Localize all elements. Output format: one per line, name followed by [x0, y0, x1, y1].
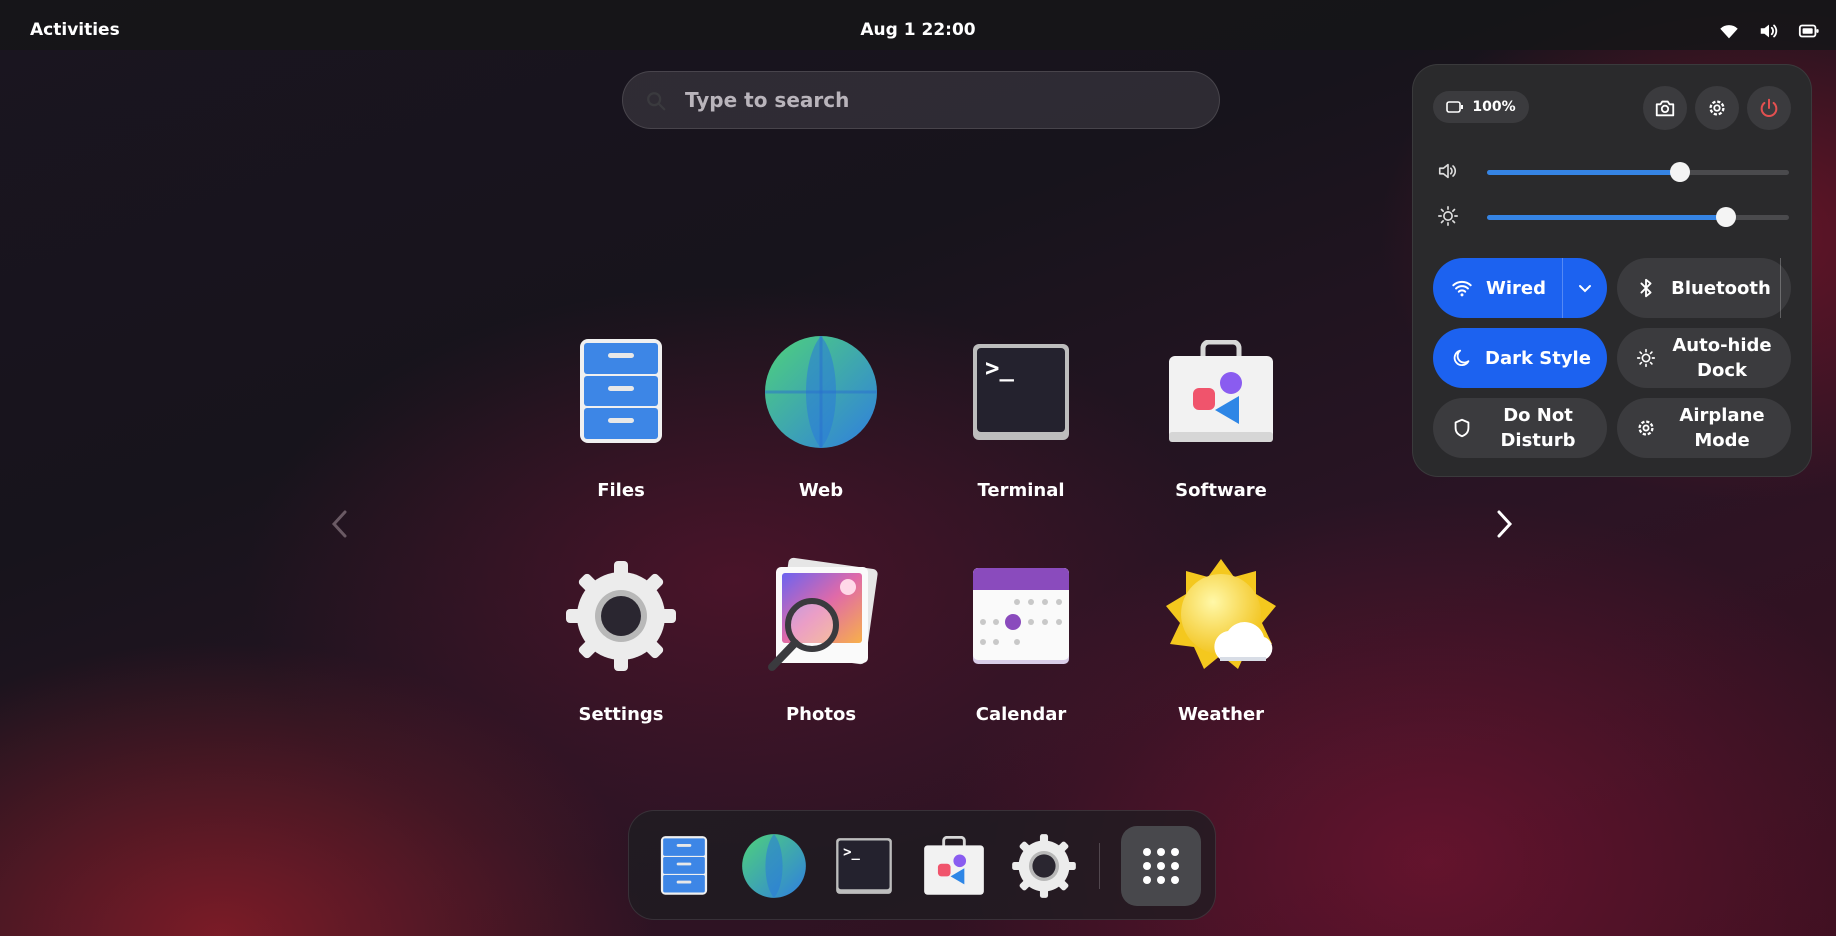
- terminal-icon: >_: [973, 344, 1069, 440]
- chevron-left-icon: [331, 510, 347, 538]
- volume-knob[interactable]: [1670, 162, 1691, 182]
- dock-item-files[interactable]: [651, 833, 717, 899]
- photos-icon: [768, 557, 878, 671]
- bluetooth-toggle[interactable]: Bluetooth: [1617, 258, 1791, 318]
- settings-gear-icon: [1012, 834, 1076, 898]
- svg-text:>_: >_: [843, 845, 860, 861]
- app-grid-icon: [1143, 848, 1179, 884]
- dark-style-toggle[interactable]: Dark Style: [1433, 328, 1607, 388]
- tile-label: Auto-hide Dock: [1672, 335, 1772, 381]
- brightness-fill: [1487, 215, 1726, 220]
- app-files[interactable]: Files: [536, 332, 706, 522]
- chevron-right-icon: [1497, 510, 1513, 538]
- app-label: Terminal: [977, 480, 1065, 501]
- brightness-slider-row: [1437, 205, 1789, 229]
- app-settings[interactable]: Settings: [536, 556, 706, 746]
- app-label: Files: [597, 480, 645, 501]
- auto-hide-dock-toggle[interactable]: Auto-hide Dock: [1617, 328, 1791, 388]
- bluetooth-icon: [1640, 278, 1652, 298]
- settings-gear-icon: [566, 561, 676, 671]
- app-software[interactable]: Software: [1136, 332, 1306, 522]
- brightness-knob[interactable]: [1715, 207, 1736, 227]
- wifi-icon: [1452, 280, 1472, 297]
- search-input[interactable]: [683, 87, 1187, 113]
- volume-fill: [1487, 170, 1681, 175]
- software-icon: [924, 836, 984, 895]
- dock-separator: [1099, 843, 1100, 889]
- volume-slider[interactable]: [1487, 162, 1789, 182]
- tile-label: Wired: [1486, 277, 1546, 299]
- app-photos[interactable]: Photos: [736, 556, 906, 746]
- power-icon: [1760, 98, 1778, 117]
- battery-percent: 100%: [1472, 99, 1516, 115]
- system-tray[interactable]: [1718, 20, 1820, 42]
- quick-settings-panel: 100% Wired Bluetooth Dark Style Auto-hid…: [1412, 64, 1812, 477]
- show-apps-button[interactable]: [1121, 826, 1201, 906]
- chevron-down-icon[interactable]: [1575, 278, 1595, 298]
- app-calendar[interactable]: Calendar: [936, 556, 1106, 746]
- dock: >_: [628, 810, 1216, 920]
- tile-label: Airplane Mode: [1679, 405, 1765, 451]
- search-bar[interactable]: [622, 71, 1220, 129]
- app-web[interactable]: Web: [736, 332, 906, 522]
- app-label: Web: [798, 480, 844, 501]
- app-label: Photos: [785, 704, 857, 725]
- tile-label: Do Not Disturb: [1500, 405, 1576, 451]
- tile-label: Dark Style: [1485, 347, 1591, 369]
- search-icon: [647, 92, 666, 111]
- airplane-mode-toggle[interactable]: Airplane Mode: [1617, 398, 1791, 458]
- svg-text:>_: >_: [985, 354, 1014, 382]
- app-label: Settings: [578, 704, 664, 725]
- web-icon: [742, 834, 806, 898]
- volume-slider-row: [1437, 160, 1789, 184]
- tile-label: Bluetooth: [1671, 277, 1771, 299]
- top-bar: Activities Aug 1 22:00: [0, 0, 1836, 50]
- calendar-icon: [973, 568, 1069, 664]
- screenshot-icon: [1655, 100, 1675, 117]
- app-label: Weather: [1177, 704, 1265, 725]
- software-icon: [1169, 340, 1273, 442]
- app-label: Software: [1175, 480, 1267, 501]
- brightness-icon: [1438, 206, 1458, 226]
- settings-button[interactable]: [1695, 86, 1739, 130]
- dock-item-terminal[interactable]: >_: [831, 833, 897, 899]
- app-weather[interactable]: Weather: [1136, 556, 1306, 746]
- do-not-disturb-toggle[interactable]: Do Not Disturb: [1433, 398, 1607, 458]
- prev-page-button[interactable]: [320, 504, 360, 544]
- gear-icon: [1638, 420, 1654, 436]
- files-icon: [580, 339, 662, 443]
- dock-item-web[interactable]: [741, 833, 807, 899]
- volume-icon[interactable]: [1758, 20, 1780, 42]
- web-icon: [765, 336, 877, 448]
- wired-toggle[interactable]: Wired: [1433, 258, 1607, 318]
- shield-icon: [1454, 418, 1470, 438]
- screenshot-button[interactable]: [1643, 86, 1687, 130]
- activities-button[interactable]: Activities: [30, 0, 120, 60]
- dock-item-settings[interactable]: [1011, 833, 1077, 899]
- brightness-slider[interactable]: [1487, 207, 1789, 227]
- battery-icon: [1446, 101, 1464, 113]
- app-label: Calendar: [975, 704, 1067, 725]
- battery-status-button[interactable]: 100%: [1433, 91, 1529, 123]
- settings-icon: [1709, 100, 1725, 116]
- moon-icon: [1453, 349, 1470, 366]
- dock-item-software[interactable]: [921, 833, 987, 899]
- terminal-icon: >_: [836, 838, 892, 894]
- files-icon: [660, 836, 708, 895]
- wifi-icon[interactable]: [1718, 20, 1740, 42]
- power-button[interactable]: [1747, 86, 1791, 130]
- next-page-button[interactable]: [1484, 504, 1524, 544]
- app-terminal[interactable]: >_ Terminal: [936, 332, 1106, 522]
- weather-icon: [1166, 559, 1276, 669]
- battery-icon[interactable]: [1798, 20, 1820, 42]
- clock-button[interactable]: Aug 1 22:00: [860, 20, 975, 40]
- volume-icon: [1438, 163, 1457, 179]
- sun-icon: [1636, 348, 1656, 368]
